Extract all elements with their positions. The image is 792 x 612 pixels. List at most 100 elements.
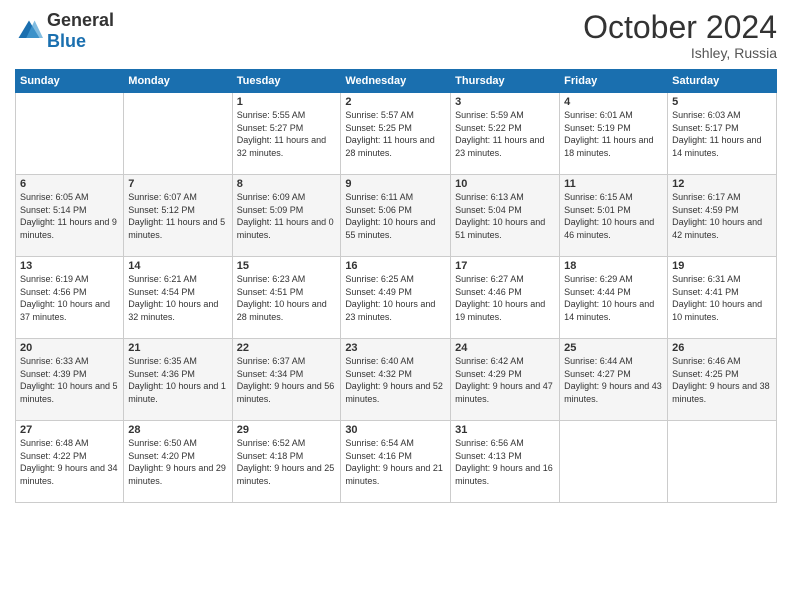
day-info: Sunrise: 6:31 AMSunset: 4:41 PMDaylight:… — [672, 273, 772, 323]
day-info: Sunrise: 6:09 AMSunset: 5:09 PMDaylight:… — [237, 191, 337, 241]
day-number: 6 — [20, 178, 119, 190]
day-info: Sunrise: 6:37 AMSunset: 4:34 PMDaylight:… — [237, 355, 337, 405]
calendar-cell — [16, 93, 124, 175]
day-info: Sunrise: 6:23 AMSunset: 4:51 PMDaylight:… — [237, 273, 337, 323]
day-info: Sunrise: 6:21 AMSunset: 4:54 PMDaylight:… — [128, 273, 227, 323]
day-number: 22 — [237, 342, 337, 354]
day-info: Sunrise: 6:40 AMSunset: 4:32 PMDaylight:… — [345, 355, 446, 405]
calendar-cell — [668, 421, 777, 503]
calendar-cell: 25Sunrise: 6:44 AMSunset: 4:27 PMDayligh… — [560, 339, 668, 421]
day-info: Sunrise: 6:54 AMSunset: 4:16 PMDaylight:… — [345, 437, 446, 487]
logo-general: General — [47, 10, 114, 30]
day-info: Sunrise: 6:27 AMSunset: 4:46 PMDaylight:… — [455, 273, 555, 323]
day-info: Sunrise: 6:01 AMSunset: 5:19 PMDaylight:… — [564, 109, 663, 159]
day-info: Sunrise: 6:52 AMSunset: 4:18 PMDaylight:… — [237, 437, 337, 487]
calendar-cell: 20Sunrise: 6:33 AMSunset: 4:39 PMDayligh… — [16, 339, 124, 421]
day-info: Sunrise: 6:19 AMSunset: 4:56 PMDaylight:… — [20, 273, 119, 323]
col-thursday: Thursday — [451, 70, 560, 93]
calendar-cell: 16Sunrise: 6:25 AMSunset: 4:49 PMDayligh… — [341, 257, 451, 339]
calendar-cell: 21Sunrise: 6:35 AMSunset: 4:36 PMDayligh… — [124, 339, 232, 421]
day-number: 25 — [564, 342, 663, 354]
day-info: Sunrise: 6:42 AMSunset: 4:29 PMDaylight:… — [455, 355, 555, 405]
calendar-cell: 29Sunrise: 6:52 AMSunset: 4:18 PMDayligh… — [232, 421, 341, 503]
day-number: 4 — [564, 96, 663, 108]
day-number: 28 — [128, 424, 227, 436]
month-year: October 2024 — [583, 10, 777, 45]
day-info: Sunrise: 6:03 AMSunset: 5:17 PMDaylight:… — [672, 109, 772, 159]
day-info: Sunrise: 5:59 AMSunset: 5:22 PMDaylight:… — [455, 109, 555, 159]
day-info: Sunrise: 6:48 AMSunset: 4:22 PMDaylight:… — [20, 437, 119, 487]
calendar-cell: 27Sunrise: 6:48 AMSunset: 4:22 PMDayligh… — [16, 421, 124, 503]
day-info: Sunrise: 6:46 AMSunset: 4:25 PMDaylight:… — [672, 355, 772, 405]
day-number: 13 — [20, 260, 119, 272]
day-number: 7 — [128, 178, 227, 190]
day-number: 10 — [455, 178, 555, 190]
calendar-cell: 9Sunrise: 6:11 AMSunset: 5:06 PMDaylight… — [341, 175, 451, 257]
day-number: 31 — [455, 424, 555, 436]
day-info: Sunrise: 5:57 AMSunset: 5:25 PMDaylight:… — [345, 109, 446, 159]
calendar-cell: 28Sunrise: 6:50 AMSunset: 4:20 PMDayligh… — [124, 421, 232, 503]
logo: General Blue — [15, 10, 114, 52]
calendar-cell — [124, 93, 232, 175]
calendar-cell: 13Sunrise: 6:19 AMSunset: 4:56 PMDayligh… — [16, 257, 124, 339]
calendar-week-row: 6Sunrise: 6:05 AMSunset: 5:14 PMDaylight… — [16, 175, 777, 257]
calendar-cell: 24Sunrise: 6:42 AMSunset: 4:29 PMDayligh… — [451, 339, 560, 421]
day-number: 16 — [345, 260, 446, 272]
day-number: 27 — [20, 424, 119, 436]
day-info: Sunrise: 6:25 AMSunset: 4:49 PMDaylight:… — [345, 273, 446, 323]
day-info: Sunrise: 6:11 AMSunset: 5:06 PMDaylight:… — [345, 191, 446, 241]
day-number: 2 — [345, 96, 446, 108]
day-number: 19 — [672, 260, 772, 272]
col-friday: Friday — [560, 70, 668, 93]
day-number: 5 — [672, 96, 772, 108]
location: Ishley, Russia — [583, 45, 777, 61]
calendar-cell: 14Sunrise: 6:21 AMSunset: 4:54 PMDayligh… — [124, 257, 232, 339]
header: General Blue October 2024 Ishley, Russia — [15, 10, 777, 61]
day-info: Sunrise: 6:05 AMSunset: 5:14 PMDaylight:… — [20, 191, 119, 241]
day-number: 20 — [20, 342, 119, 354]
calendar-week-row: 1Sunrise: 5:55 AMSunset: 5:27 PMDaylight… — [16, 93, 777, 175]
calendar-week-row: 27Sunrise: 6:48 AMSunset: 4:22 PMDayligh… — [16, 421, 777, 503]
calendar-cell: 3Sunrise: 5:59 AMSunset: 5:22 PMDaylight… — [451, 93, 560, 175]
calendar-cell: 4Sunrise: 6:01 AMSunset: 5:19 PMDaylight… — [560, 93, 668, 175]
calendar-cell: 30Sunrise: 6:54 AMSunset: 4:16 PMDayligh… — [341, 421, 451, 503]
day-info: Sunrise: 6:29 AMSunset: 4:44 PMDaylight:… — [564, 273, 663, 323]
day-number: 26 — [672, 342, 772, 354]
day-number: 29 — [237, 424, 337, 436]
day-number: 21 — [128, 342, 227, 354]
day-info: Sunrise: 6:56 AMSunset: 4:13 PMDaylight:… — [455, 437, 555, 487]
logo-icon — [15, 17, 43, 45]
calendar-cell: 31Sunrise: 6:56 AMSunset: 4:13 PMDayligh… — [451, 421, 560, 503]
calendar-cell: 15Sunrise: 6:23 AMSunset: 4:51 PMDayligh… — [232, 257, 341, 339]
day-number: 23 — [345, 342, 446, 354]
day-number: 17 — [455, 260, 555, 272]
calendar-cell: 18Sunrise: 6:29 AMSunset: 4:44 PMDayligh… — [560, 257, 668, 339]
calendar-week-row: 20Sunrise: 6:33 AMSunset: 4:39 PMDayligh… — [16, 339, 777, 421]
col-wednesday: Wednesday — [341, 70, 451, 93]
day-number: 15 — [237, 260, 337, 272]
day-info: Sunrise: 6:15 AMSunset: 5:01 PMDaylight:… — [564, 191, 663, 241]
day-number: 14 — [128, 260, 227, 272]
day-number: 1 — [237, 96, 337, 108]
calendar-week-row: 13Sunrise: 6:19 AMSunset: 4:56 PMDayligh… — [16, 257, 777, 339]
calendar-cell: 12Sunrise: 6:17 AMSunset: 4:59 PMDayligh… — [668, 175, 777, 257]
day-number: 3 — [455, 96, 555, 108]
calendar-cell: 26Sunrise: 6:46 AMSunset: 4:25 PMDayligh… — [668, 339, 777, 421]
calendar-cell: 10Sunrise: 6:13 AMSunset: 5:04 PMDayligh… — [451, 175, 560, 257]
page: General Blue October 2024 Ishley, Russia… — [0, 0, 792, 612]
title-block: October 2024 Ishley, Russia — [583, 10, 777, 61]
calendar-cell: 22Sunrise: 6:37 AMSunset: 4:34 PMDayligh… — [232, 339, 341, 421]
calendar-cell — [560, 421, 668, 503]
day-number: 9 — [345, 178, 446, 190]
calendar-cell: 8Sunrise: 6:09 AMSunset: 5:09 PMDaylight… — [232, 175, 341, 257]
day-info: Sunrise: 6:35 AMSunset: 4:36 PMDaylight:… — [128, 355, 227, 405]
day-number: 12 — [672, 178, 772, 190]
day-info: Sunrise: 6:13 AMSunset: 5:04 PMDaylight:… — [455, 191, 555, 241]
calendar-cell: 23Sunrise: 6:40 AMSunset: 4:32 PMDayligh… — [341, 339, 451, 421]
col-tuesday: Tuesday — [232, 70, 341, 93]
calendar-cell: 7Sunrise: 6:07 AMSunset: 5:12 PMDaylight… — [124, 175, 232, 257]
day-number: 8 — [237, 178, 337, 190]
day-number: 11 — [564, 178, 663, 190]
calendar: Sunday Monday Tuesday Wednesday Thursday… — [15, 69, 777, 503]
calendar-cell: 11Sunrise: 6:15 AMSunset: 5:01 PMDayligh… — [560, 175, 668, 257]
